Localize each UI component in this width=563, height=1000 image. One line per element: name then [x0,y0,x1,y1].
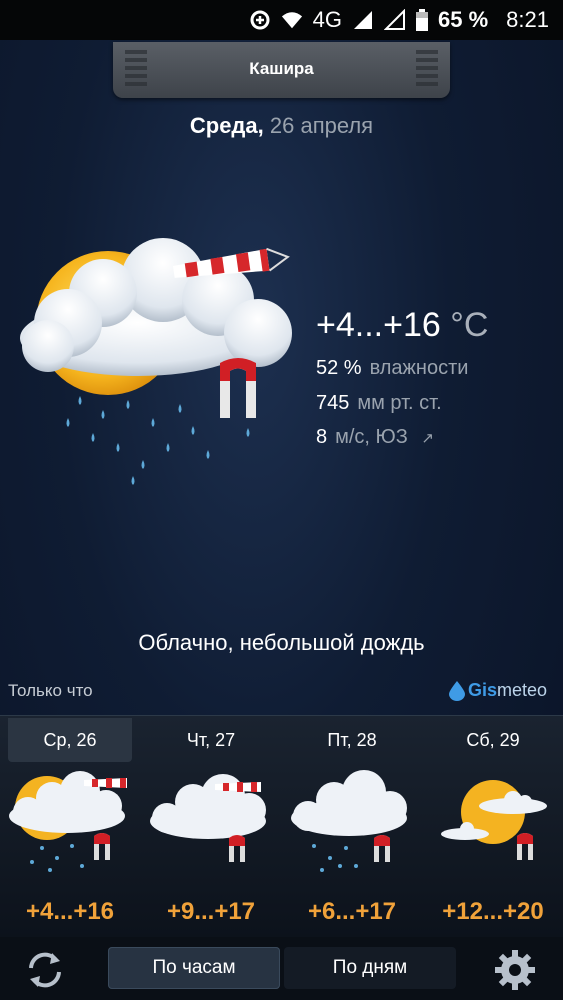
wind-direction-icon: ↗ [421,430,434,447]
temperature-value: +4...+16 [316,306,441,344]
current-temperature: +4...+16 °C [316,306,488,345]
wifi-icon [281,12,302,29]
sun-cloud-icon [441,780,547,860]
wind-row: 8 м/с, ЮЗ ↗ [316,426,434,449]
pressure-value: 745 [316,392,350,414]
wind-value: 8 [316,426,328,448]
cloud-sun-rain-wind-icon [9,771,127,872]
location-tab[interactable]: Кашира [113,42,450,98]
forecast-day-wed[interactable]: Ср, 26 +4...+16 [0,716,140,938]
gear-icon[interactable] [492,947,538,993]
location-title: Кашира [249,59,314,78]
cloud-sun-rain-wind-icon [20,238,292,485]
forecast-temp: +6...+17 [307,898,397,925]
forecast-temp: +9...+17 [166,898,256,925]
data-saver-icon [250,10,270,30]
temperature-unit: °C [450,306,489,344]
forecast-strip: Ср, 26 +4...+16 Чт, 27 +9...+17 Пт, 28 +… [0,715,563,938]
refresh-icon[interactable] [22,947,68,993]
forecast-day-label: Пт, 28 [327,730,377,750]
pressure-label: мм рт. ст. [357,392,442,414]
humidity-row: 52 % влажности [316,357,468,380]
drop-logo-icon [448,680,465,701]
brand-part2: meteo [496,680,547,700]
current-date: Среда, 26 апреля [0,113,563,139]
cloud-wind-icon [150,774,266,862]
forecast-temp: +12...+20 [442,898,544,925]
wind-label: м/с, ЮЗ [335,426,408,448]
drag-handle-icon[interactable] [416,50,438,90]
battery-level: 65 % [438,7,489,32]
update-time: Только что [8,681,93,700]
status-bar: 4G 65 % 8:21 [0,0,563,40]
forecast-day-label: Ср, 26 [8,718,132,762]
forecast-day-label: Сб, 29 [466,730,520,750]
network-type: 4G [312,7,343,32]
date-text: 26 апреля [269,113,374,138]
cloud-rain-icon [291,770,407,872]
forecast-day-sat[interactable]: Сб, 29 +12...+20 [423,716,563,938]
clock: 8:21 [506,7,549,32]
bottom-bar: По часам По дням [0,937,563,1000]
weather-condition: Облачно, небольшой дождь [138,630,425,655]
hourly-button[interactable]: По часам [108,947,280,989]
pressure-row: 745 мм рт. ст. [316,392,442,415]
gismeteo-logo[interactable]: Gis meteo [448,680,547,701]
forecast-temp: +4...+16 [25,898,115,925]
battery-icon [416,9,429,31]
humidity-label: влажности [369,357,469,379]
signal-empty-icon [384,9,406,30]
forecast-day-thu[interactable]: Чт, 27 +9...+17 [141,716,281,938]
signal-icon [354,11,373,29]
forecast-day-label: Чт, 27 [186,730,236,750]
humidity-value: 52 % [316,357,362,379]
weekday: Среда, [189,113,264,138]
daily-button[interactable]: По дням [284,947,456,989]
brand-part1: Gis [467,680,497,700]
forecast-day-fri[interactable]: Пт, 28 +6...+17 [282,716,422,938]
